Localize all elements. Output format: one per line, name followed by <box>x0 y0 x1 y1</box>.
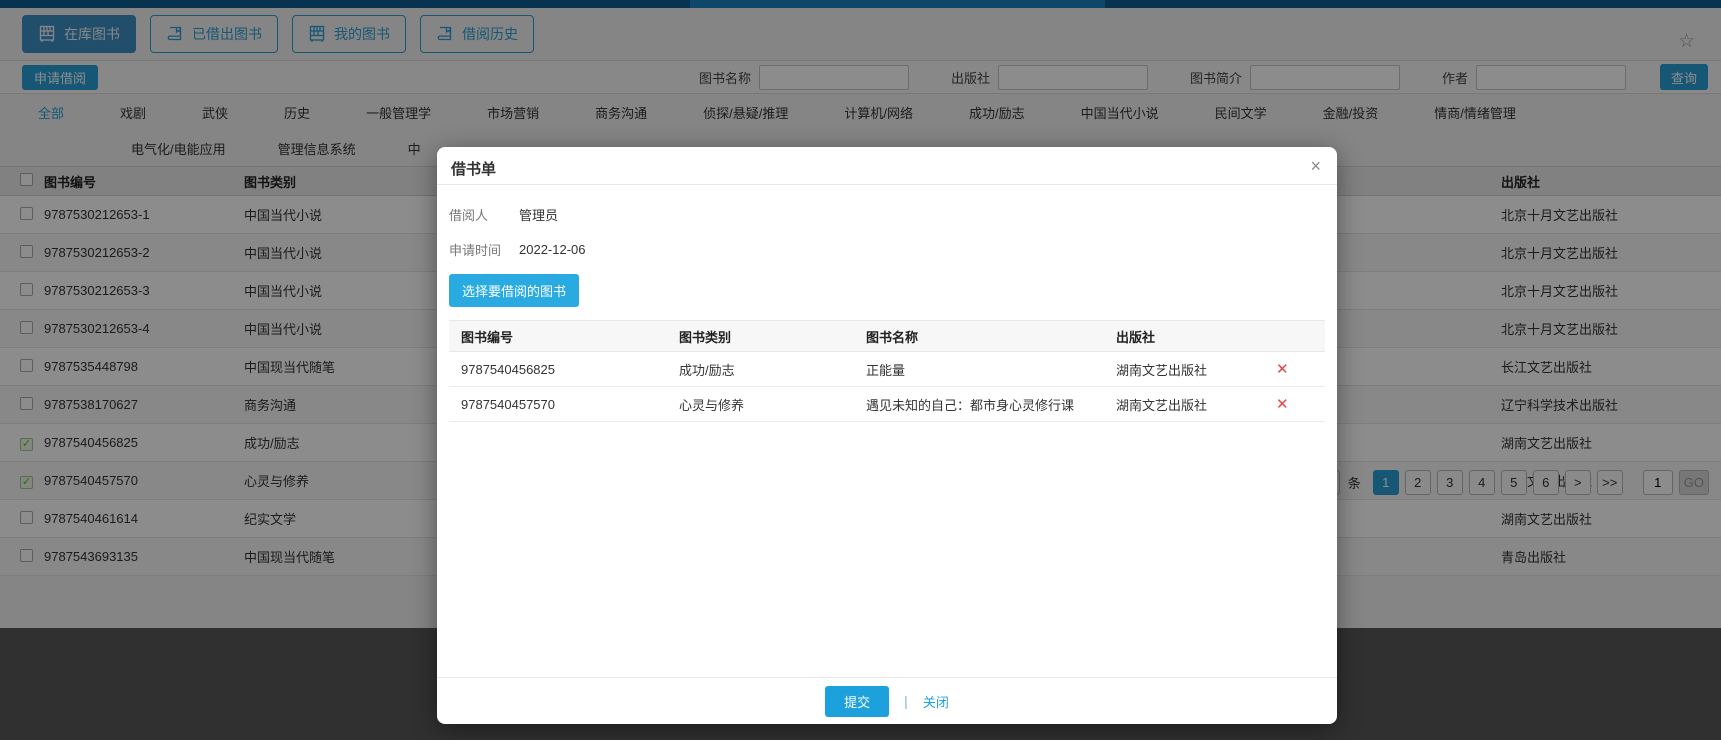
modal-cell-book-id: 9787540456825 <box>449 362 667 377</box>
borrow-list-modal: 借书单 × 借阅人 管理员 申请时间 2022-12-06 选择要借阅的图书 图… <box>437 147 1337 724</box>
modal-table-header: 图书编号 图书类别 图书名称 出版社 <box>449 320 1325 352</box>
modal-footer: 提交 | 关闭 <box>437 677 1337 724</box>
close-icon[interactable]: × <box>1310 156 1321 177</box>
modal-header-publisher: 出版社 <box>1104 327 1264 346</box>
apply-time-label: 申请时间 <box>449 240 519 259</box>
modal-cell-book-category: 心灵与修养 <box>667 395 854 414</box>
modal-header-book-name: 图书名称 <box>854 327 1104 346</box>
delete-icon[interactable]: ✕ <box>1276 361 1289 378</box>
modal-cell-publisher: 湖南文艺出版社 <box>1104 360 1264 379</box>
modal-header: 借书单 × <box>437 147 1337 185</box>
modal-header-book-category: 图书类别 <box>667 327 854 346</box>
borrower-field: 借阅人 管理员 <box>449 205 1325 224</box>
modal-body: 借阅人 管理员 申请时间 2022-12-06 选择要借阅的图书 图书编号 图书… <box>437 185 1337 422</box>
borrower-label: 借阅人 <box>449 205 519 224</box>
modal-cell-publisher: 湖南文艺出版社 <box>1104 395 1264 414</box>
modal-title: 借书单 <box>451 161 496 178</box>
apply-time-field: 申请时间 2022-12-06 <box>449 240 1325 259</box>
modal-table-row: 9787540457570 心灵与修养 遇见未知的自己：都市身心灵修行课 湖南文… <box>449 387 1325 422</box>
submit-button[interactable]: 提交 <box>825 686 889 717</box>
footer-divider: | <box>904 693 908 709</box>
delete-icon[interactable]: ✕ <box>1276 396 1289 413</box>
modal-cell-book-category: 成功/励志 <box>667 360 854 379</box>
modal-cell-book-name: 正能量 <box>854 360 1104 379</box>
close-button[interactable]: 关闭 <box>923 692 949 711</box>
modal-cell-book-name: 遇见未知的自己：都市身心灵修行课 <box>854 395 1104 414</box>
apply-time-value: 2022-12-06 <box>519 242 586 257</box>
borrower-value: 管理员 <box>519 205 558 224</box>
modal-cell-book-id: 9787540457570 <box>449 397 667 412</box>
modal-books-table: 图书编号 图书类别 图书名称 出版社 9787540456825 成功/励志 正… <box>449 320 1325 422</box>
select-books-button[interactable]: 选择要借阅的图书 <box>449 274 579 307</box>
modal-header-book-id: 图书编号 <box>449 327 667 346</box>
modal-table-row: 9787540456825 成功/励志 正能量 湖南文艺出版社 ✕ <box>449 352 1325 387</box>
